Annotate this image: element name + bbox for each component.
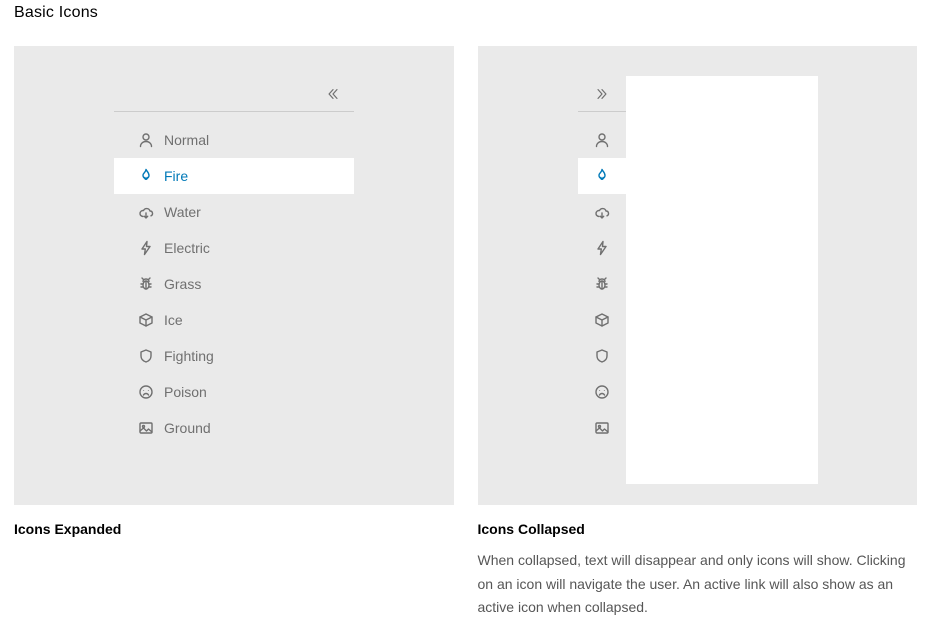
nav-item-flame[interactable] xyxy=(578,158,626,194)
section-title: Basic Icons xyxy=(14,4,917,22)
bolt-icon xyxy=(594,240,610,256)
nav-item-grass[interactable]: Grass xyxy=(114,266,354,302)
nav-item-fire[interactable]: Fire xyxy=(114,158,354,194)
user-icon xyxy=(138,132,154,148)
bug-icon xyxy=(594,276,610,292)
sidenav-toggle[interactable] xyxy=(114,76,354,112)
nav-item-sad[interactable] xyxy=(578,374,626,410)
sad-icon xyxy=(138,384,154,400)
sidenav-toggle[interactable] xyxy=(578,76,626,112)
image-icon xyxy=(594,420,610,436)
bug-icon xyxy=(138,276,154,292)
nav-item-normal[interactable]: Normal xyxy=(114,122,354,158)
cloud-icon xyxy=(594,204,610,220)
flame-icon xyxy=(138,168,154,184)
content-pane xyxy=(626,76,818,484)
shield-icon xyxy=(138,348,154,364)
nav-item-ground[interactable]: Ground xyxy=(114,410,354,446)
nav-item-shield[interactable] xyxy=(578,338,626,374)
caption-expanded: Icons Expanded xyxy=(14,521,454,537)
nav-item-image[interactable] xyxy=(578,410,626,446)
nav-item-ice[interactable]: Ice xyxy=(114,302,354,338)
chevrons-right-icon xyxy=(595,87,609,101)
nav-item-label: Grass xyxy=(164,276,201,292)
cloud-icon xyxy=(138,204,154,220)
cube-icon xyxy=(138,312,154,328)
nav-item-bolt[interactable] xyxy=(578,230,626,266)
user-icon xyxy=(594,132,610,148)
chevrons-left-icon xyxy=(326,87,340,101)
sidenav-expanded: Normal Fire Water Electric Grass Ice Fighting P… xyxy=(114,76,354,446)
nav-item-label: Ice xyxy=(164,312,183,328)
description-collapsed: When collapsed, text will disappear and … xyxy=(478,549,918,620)
caption-collapsed: Icons Collapsed xyxy=(478,521,918,537)
nav-item-bug[interactable] xyxy=(578,266,626,302)
sad-icon xyxy=(594,384,610,400)
image-icon xyxy=(138,420,154,436)
example-collapsed xyxy=(478,46,918,505)
nav-item-cube[interactable] xyxy=(578,302,626,338)
nav-list-collapsed xyxy=(578,122,626,446)
nav-item-label: Normal xyxy=(164,132,209,148)
shield-icon xyxy=(594,348,610,364)
nav-item-label: Fire xyxy=(164,168,188,184)
nav-item-label: Ground xyxy=(164,420,211,436)
nav-list-expanded: Normal Fire Water Electric Grass Ice Fighting P… xyxy=(114,122,354,446)
nav-item-poison[interactable]: Poison xyxy=(114,374,354,410)
nav-item-label: Water xyxy=(164,204,201,220)
example-expanded: Normal Fire Water Electric Grass Ice Fighting P… xyxy=(14,46,454,505)
cube-icon xyxy=(594,312,610,328)
nav-item-cloud[interactable] xyxy=(578,194,626,230)
flame-icon xyxy=(594,168,610,184)
nav-item-electric[interactable]: Electric xyxy=(114,230,354,266)
bolt-icon xyxy=(138,240,154,256)
nav-item-fighting[interactable]: Fighting xyxy=(114,338,354,374)
nav-item-label: Electric xyxy=(164,240,210,256)
nav-item-label: Poison xyxy=(164,384,207,400)
nav-item-water[interactable]: Water xyxy=(114,194,354,230)
nav-item-label: Fighting xyxy=(164,348,214,364)
sidenav-collapsed xyxy=(578,76,626,446)
nav-item-user[interactable] xyxy=(578,122,626,158)
